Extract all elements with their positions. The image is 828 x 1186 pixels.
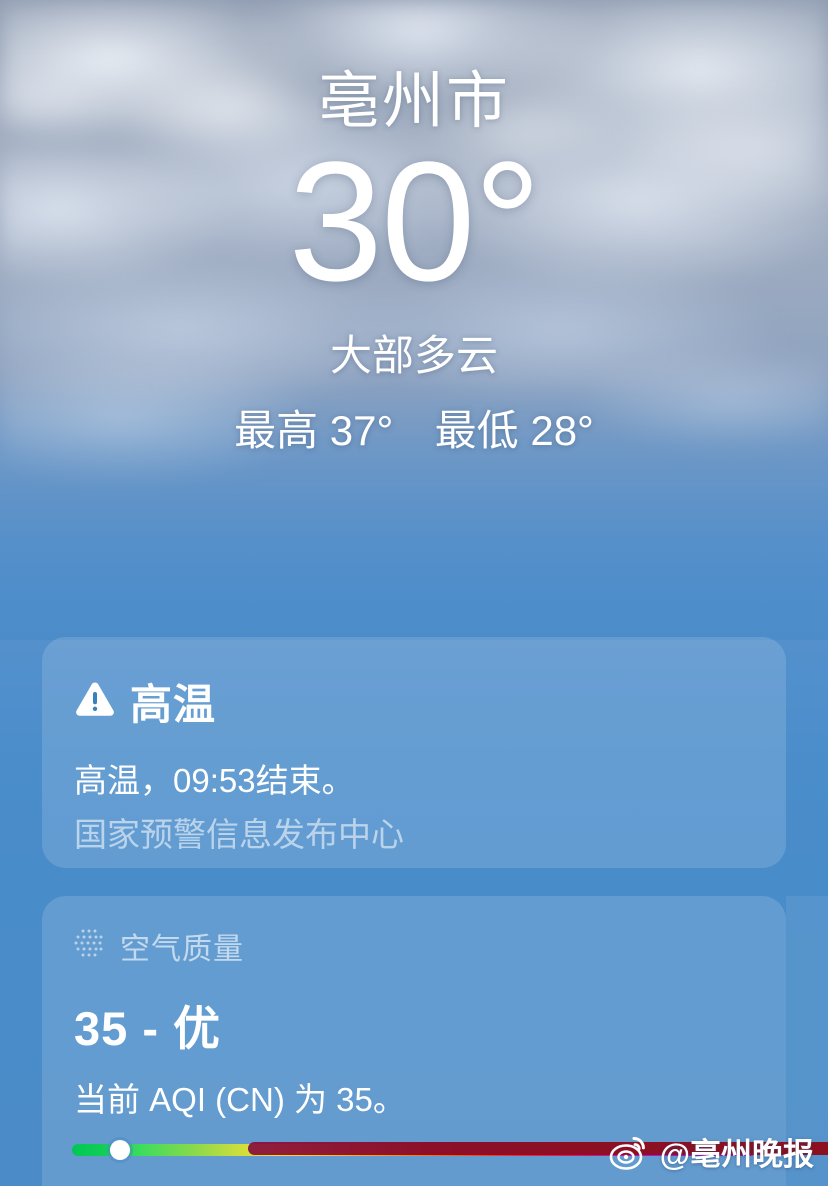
weather-warning-card[interactable]: 高温 高温，09:53结束。 国家预警信息发布中心 [42,637,786,868]
air-quality-header: 空气质量 [42,896,786,968]
air-quality-dots-icon [72,927,106,966]
warning-body-text: 高温，09:53结束。 [74,762,355,799]
weather-app-screen: 亳州市 30° 大部多云 最高 37° 最低 28° 高温 高温，09:53结束… [0,0,828,1186]
watermark-text: @亳州晚报 [659,1137,814,1172]
weibo-logo-icon [606,1130,650,1174]
air-quality-description: 当前 AQI (CN) 为 35。 [74,1081,406,1118]
hero-summary: 亳州市 30° 大部多云 最高 37° 最低 28° [0,0,828,458]
warning-source: 国家预警信息发布中心 [74,815,404,853]
low-temperature: 最低 28° [434,406,594,454]
current-temperature: 30° [288,127,541,318]
high-low-temperature: 最高 37° 最低 28° [0,397,828,458]
warning-title: 高温 [130,681,217,728]
air-quality-scale-indicator [109,1140,130,1160]
air-quality-label: 空气质量 [120,933,244,966]
warning-card-header: 高温 [42,637,786,732]
air-quality-value: 35 - 优 [74,1002,222,1055]
city-name: 亳州市 [317,67,510,136]
warning-triangle-icon [74,678,116,725]
weather-condition: 大部多云 [329,331,498,379]
weibo-watermark: @亳州晚报 [606,1129,828,1186]
high-temperature: 最高 37° [234,406,394,454]
